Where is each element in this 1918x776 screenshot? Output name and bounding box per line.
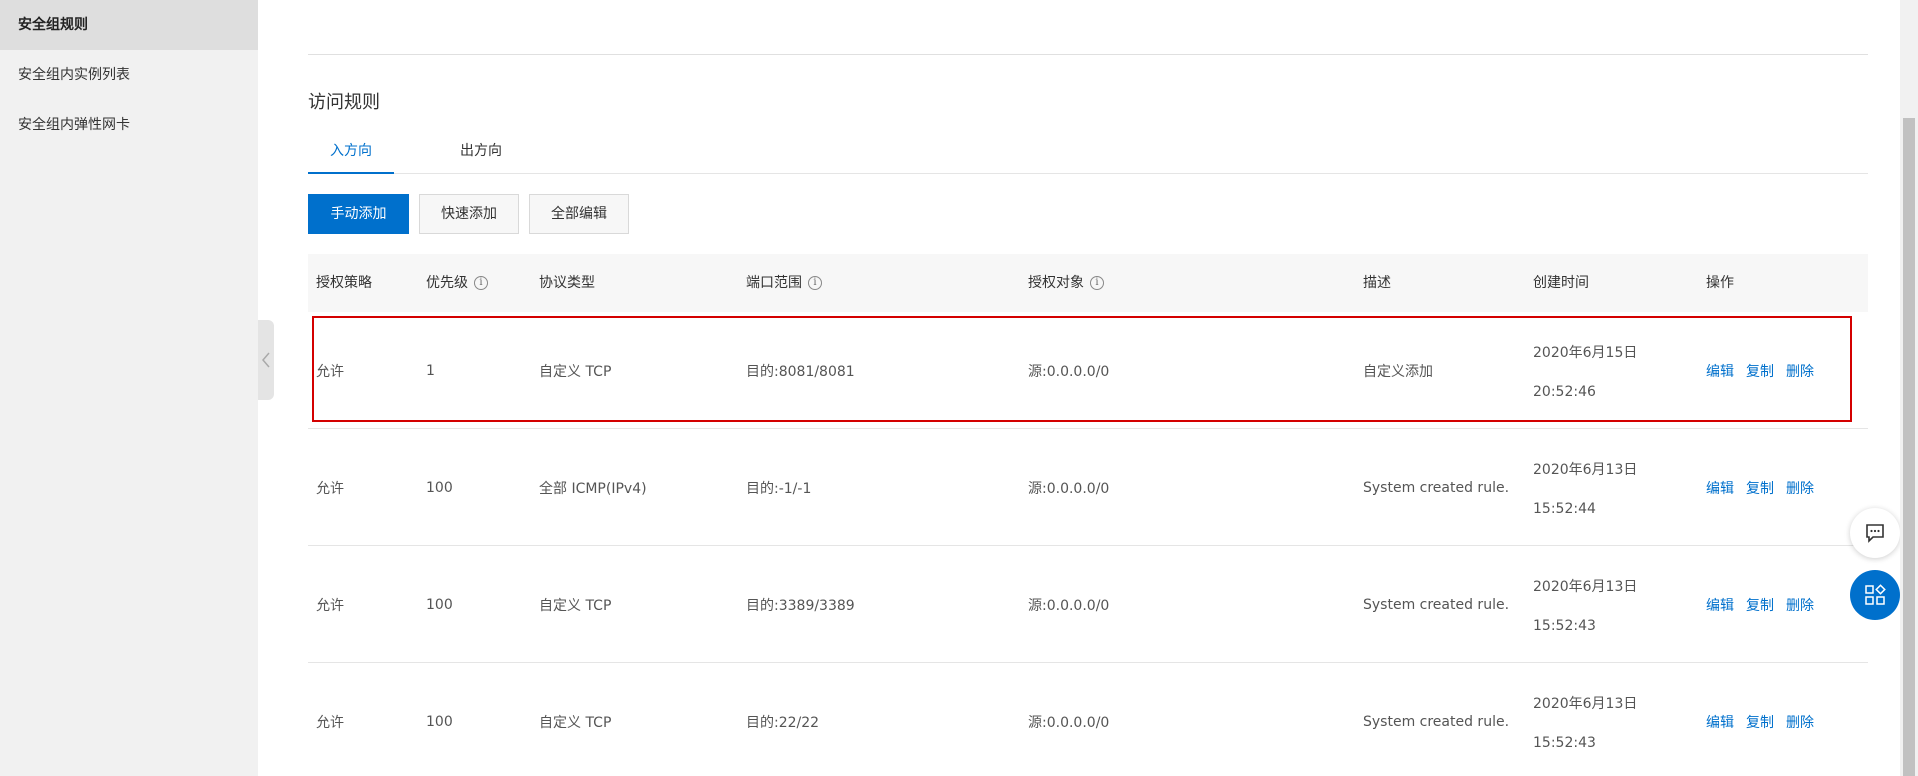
cell-actions: 编辑 复制 删除 [1706,429,1826,546]
header-description: 描述 [1363,275,1391,291]
delete-link[interactable]: 删除 [1786,478,1814,498]
cell-protocol: 自定义 TCP [539,714,612,731]
cell-port-range: 目的:22/22 [746,714,820,731]
info-icon[interactable]: i [474,276,488,290]
header-created-time: 创建时间 [1533,275,1589,291]
cell-created-time: 2020年6月13日 15:52:43 [1533,546,1637,663]
cell-port-range: 目的:3389/3389 [746,597,855,614]
quick-add-button[interactable]: 快速添加 [419,194,519,234]
chat-icon [1866,524,1884,543]
section-title: 访问规则 [308,92,380,113]
table-row: 允许 1 自定义 TCP 目的:8081/8081 源:0.0.0.0/0 自定… [308,312,1868,429]
sidebar-item-instance-list[interactable]: 安全组内实例列表 [0,50,258,100]
cell-priority: 100 [426,596,453,613]
created-time: 15:52:43 [1533,617,1596,634]
header-priority: 优先级 i [426,254,488,312]
apps-icon [1865,584,1886,605]
created-time: 20:52:46 [1533,383,1596,400]
cell-actions: 编辑 复制 删除 [1706,312,1826,429]
chat-button[interactable] [1850,508,1900,558]
cell-created-time: 2020年6月13日 15:52:44 [1533,429,1637,546]
cell-port-range: 目的:8081/8081 [746,363,855,380]
copy-link[interactable]: 复制 [1746,595,1774,615]
created-time: 15:52:43 [1533,734,1596,751]
edit-link[interactable]: 编辑 [1706,478,1734,498]
cell-auth-object: 源:0.0.0.0/0 [1028,597,1110,614]
manual-add-button[interactable]: 手动添加 [308,194,409,234]
sidebar: 安全组规则 安全组内实例列表 安全组内弹性网卡 [0,0,258,776]
copy-link[interactable]: 复制 [1746,478,1774,498]
apps-button[interactable] [1850,570,1900,620]
table-header: 授权策略 优先级 i 协议类型 端口范围 i 授权对象 i 描述 创建时间 操作 [308,254,1868,312]
cell-description: 自定义添加 [1363,363,1433,380]
cell-policy: 允许 [316,480,344,497]
cell-actions: 编辑 复制 删除 [1706,546,1826,663]
copy-link[interactable]: 复制 [1746,712,1774,732]
created-date: 2020年6月15日 [1533,344,1638,361]
cut-off-header: ▔▔ ▔▔ [308,0,1868,6]
created-date: 2020年6月13日 [1533,695,1638,712]
cell-auth-object: 源:0.0.0.0/0 [1028,480,1110,497]
direction-tabs: 入方向 出方向 [308,130,1868,174]
cell-description: System created rule. [1363,596,1510,613]
cell-created-time: 2020年6月13日 15:52:43 [1533,663,1637,776]
created-date: 2020年6月13日 [1533,461,1638,478]
table-row: 允许 100 自定义 TCP 目的:3389/3389 源:0.0.0.0/0 … [308,546,1868,663]
cell-policy: 允许 [316,363,344,380]
cell-port-range: 目的:-1/-1 [746,480,812,497]
edit-link[interactable]: 编辑 [1706,361,1734,381]
header-actions: 操作 [1706,275,1734,291]
table-row: 允许 100 全部 ICMP(IPv4) 目的:-1/-1 源:0.0.0.0/… [308,429,1868,546]
header-protocol: 协议类型 [539,275,595,291]
tab-inbound[interactable]: 入方向 [308,130,394,174]
main-content: ▔▔ ▔▔ 访问规则 入方向 出方向 手动添加 快速添加 全部编辑 授权策略 优… [308,0,1868,776]
cell-priority: 100 [426,479,453,496]
scrollbar-thumb[interactable] [1903,118,1915,776]
tab-outbound[interactable]: 出方向 [438,130,524,174]
divider [308,54,1868,55]
cell-description: System created rule. [1363,479,1510,496]
cell-protocol: 自定义 TCP [539,597,612,614]
cell-policy: 允许 [316,597,344,614]
copy-link[interactable]: 复制 [1746,361,1774,381]
cell-priority: 100 [426,713,453,730]
cell-protocol: 全部 ICMP(IPv4) [539,480,647,497]
created-date: 2020年6月13日 [1533,578,1638,595]
cell-auth-object: 源:0.0.0.0/0 [1028,363,1110,380]
cell-created-time: 2020年6月15日 20:52:46 [1533,312,1637,429]
sidebar-item-security-group-rules[interactable]: 安全组规则 [0,0,258,50]
cell-description: System created rule. [1363,713,1510,730]
edit-all-button[interactable]: 全部编辑 [529,194,629,234]
header-auth-object: 授权对象 i [1028,254,1104,312]
delete-link[interactable]: 删除 [1786,595,1814,615]
header-port-range: 端口范围 i [746,254,822,312]
info-icon[interactable]: i [1090,276,1104,290]
chevron-left-icon [262,352,270,368]
info-icon[interactable]: i [808,276,822,290]
cell-priority: 1 [426,362,435,379]
delete-link[interactable]: 删除 [1786,361,1814,381]
created-time: 15:52:44 [1533,500,1596,517]
edit-link[interactable]: 编辑 [1706,595,1734,615]
scrollbar[interactable] [1900,0,1918,776]
cell-policy: 允许 [316,714,344,731]
sidebar-collapse-button[interactable] [258,320,274,400]
sidebar-item-elastic-nic[interactable]: 安全组内弹性网卡 [0,100,258,150]
cell-protocol: 自定义 TCP [539,363,612,380]
edit-link[interactable]: 编辑 [1706,712,1734,732]
header-policy: 授权策略 [316,275,372,291]
cell-actions: 编辑 复制 删除 [1706,663,1826,776]
delete-link[interactable]: 删除 [1786,712,1814,732]
cell-auth-object: 源:0.0.0.0/0 [1028,714,1110,731]
table-row: 允许 100 自定义 TCP 目的:22/22 源:0.0.0.0/0 Syst… [308,663,1868,776]
